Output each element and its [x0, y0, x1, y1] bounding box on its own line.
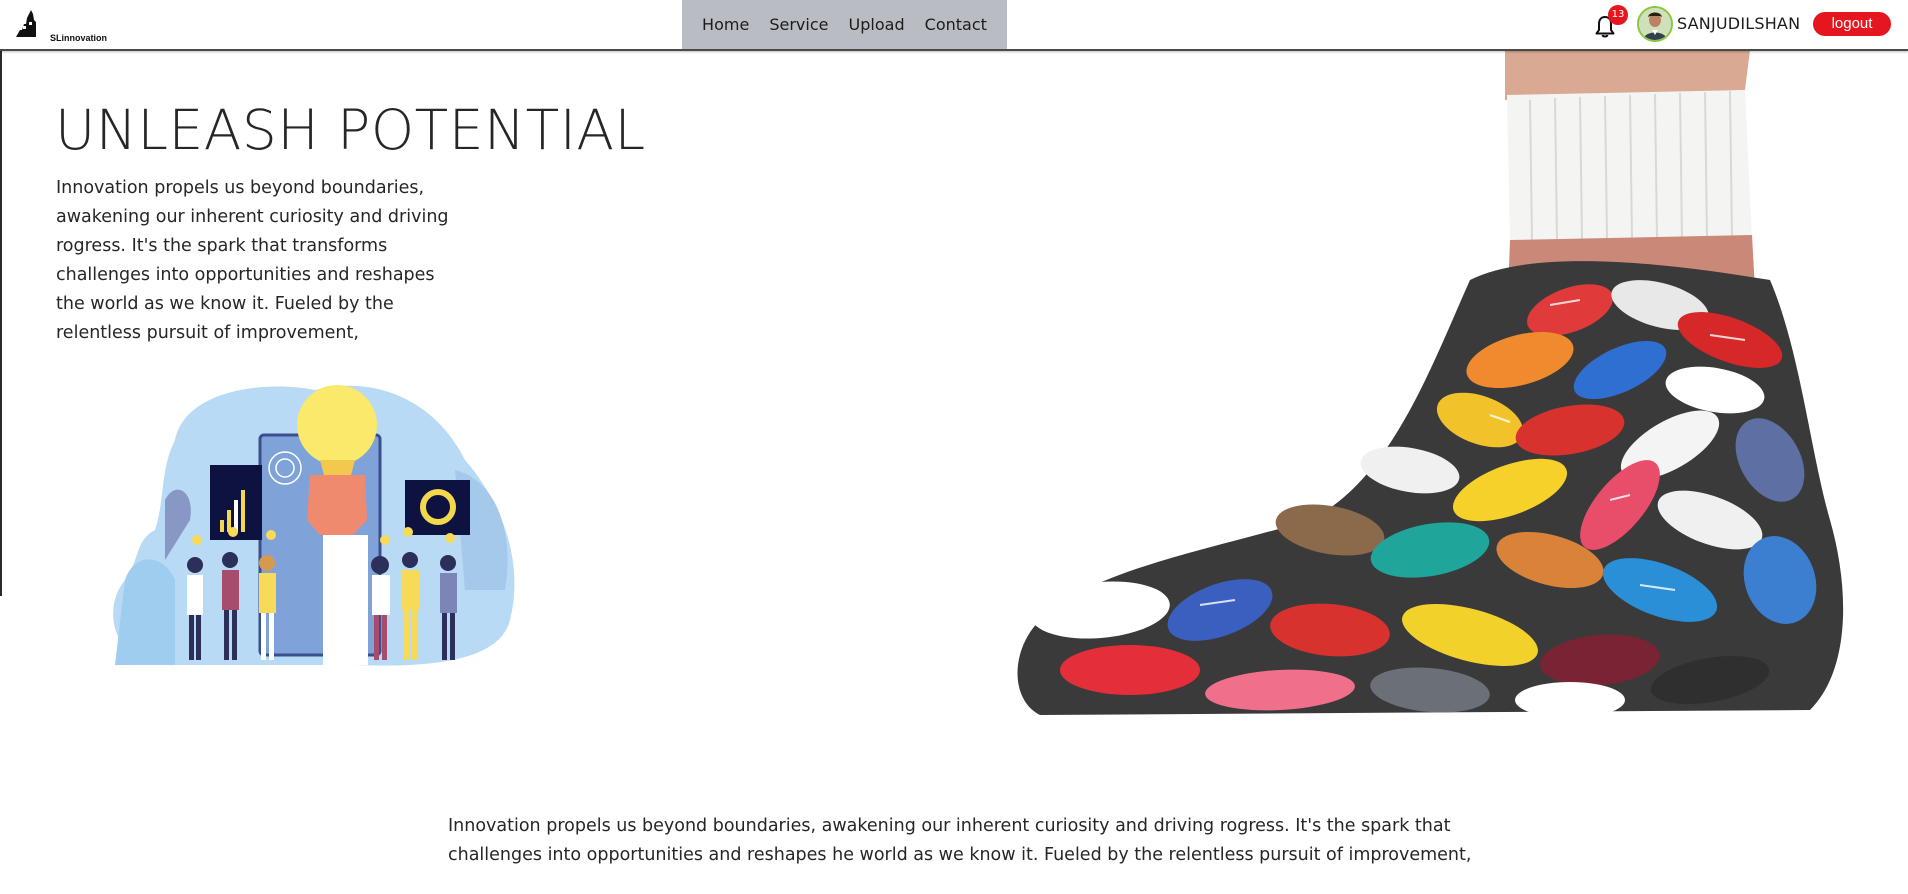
- avatar-icon: [1639, 8, 1671, 40]
- nav-service[interactable]: Service: [765, 15, 832, 34]
- notification-badge: 13: [1608, 5, 1628, 25]
- nav-contact[interactable]: Contact: [921, 15, 991, 34]
- avatar[interactable]: [1637, 6, 1673, 42]
- logo-text: SLinnovation: [50, 33, 107, 43]
- hero-title: UNLEASH POTENTIAL: [55, 98, 646, 162]
- username: SANJUDILSHAN: [1677, 14, 1801, 33]
- hero-text: Innovation propels us beyond boundaries,…: [56, 178, 449, 343]
- logout-button[interactable]: logout: [1813, 12, 1891, 36]
- innovation-illustration: [105, 380, 530, 670]
- logo-icon: [16, 10, 36, 37]
- nav-upload[interactable]: Upload: [845, 15, 909, 34]
- main-nav: Home Service Upload Contact: [682, 0, 1007, 49]
- nav-home[interactable]: Home: [698, 15, 753, 34]
- footer-paragraph: Innovation propels us beyond boundaries,…: [448, 816, 1472, 865]
- top-navbar: SLinnovation Home Service Upload Contact…: [0, 0, 1908, 51]
- logo[interactable]: SLinnovation: [14, 6, 107, 43]
- left-border-line: [0, 51, 2, 596]
- shoe-pile-image: [1010, 50, 1865, 730]
